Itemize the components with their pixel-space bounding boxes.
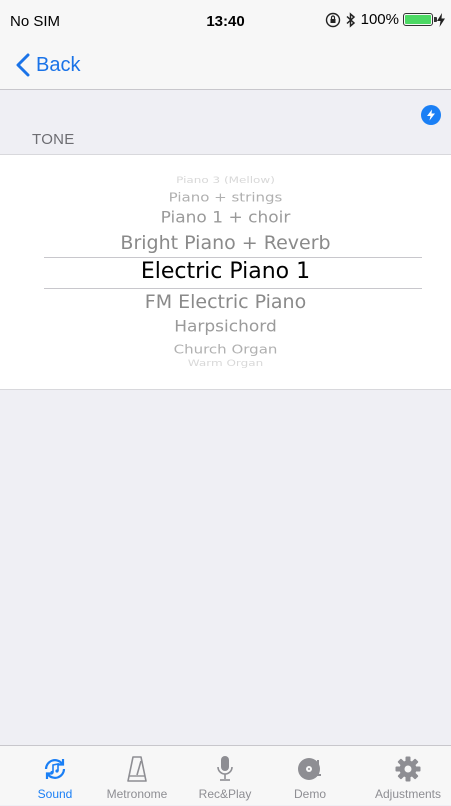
tab-bar: Sound Metronome Rec&Play Demo Adjustment… xyxy=(0,745,451,805)
status-icons: 100% xyxy=(325,11,445,28)
tab-label: Rec&Play xyxy=(198,787,252,801)
picker-option[interactable]: Piano 1 + choir xyxy=(0,209,451,227)
vinyl-record-icon xyxy=(298,758,321,780)
nav-bar: Back xyxy=(0,40,451,90)
microphone-icon xyxy=(217,756,233,781)
lightning-bolt-icon[interactable] xyxy=(421,105,441,125)
tab-label: Demo xyxy=(293,787,326,801)
section-header: TONE xyxy=(0,90,451,154)
tab-adjustments[interactable]: Adjustments xyxy=(368,746,448,806)
tone-picker[interactable]: Piano 3 (Mellow) Piano + strings Piano 1… xyxy=(0,154,451,390)
picker-option[interactable]: FM Electric Piano xyxy=(0,291,451,313)
picker-option[interactable]: Piano + strings xyxy=(0,189,451,204)
orientation-lock-icon xyxy=(325,12,340,27)
tone-section-title: TONE xyxy=(32,131,75,148)
bluetooth-icon xyxy=(346,11,355,28)
picker-option[interactable]: Bright Piano + Reverb xyxy=(0,232,451,254)
picker-option[interactable]: Church Organ xyxy=(0,341,451,356)
picker-option[interactable]: Warm Organ xyxy=(0,358,451,368)
tab-rec-play[interactable]: Rec&Play xyxy=(185,746,265,806)
tab-demo[interactable]: Demo xyxy=(270,746,350,806)
charging-icon xyxy=(437,12,445,27)
picker-option[interactable]: Piano 3 (Mellow) xyxy=(0,175,451,185)
tab-label: Metronome xyxy=(106,787,168,801)
picker-option[interactable]: Harpsichord xyxy=(0,318,451,336)
metronome-icon xyxy=(127,756,147,782)
status-bar: No SIM 13:40 100% xyxy=(0,0,451,40)
tab-label: Adjustments xyxy=(374,787,442,801)
back-label: Back xyxy=(36,53,81,76)
battery-percent: 100% xyxy=(360,11,399,28)
picker-selection-top-line xyxy=(44,257,422,258)
tab-metronome[interactable]: Metronome xyxy=(97,746,177,806)
sound-refresh-icon xyxy=(44,759,66,779)
battery-icon xyxy=(403,13,437,26)
tab-label: Sound xyxy=(37,787,73,801)
chevron-left-icon xyxy=(16,53,30,77)
picker-option-selected[interactable]: Electric Piano 1 xyxy=(0,259,451,284)
picker-selection-bottom-line xyxy=(44,288,422,289)
back-button[interactable]: Back xyxy=(16,49,80,81)
tab-sound[interactable]: Sound xyxy=(15,746,95,806)
gear-icon xyxy=(395,756,421,782)
